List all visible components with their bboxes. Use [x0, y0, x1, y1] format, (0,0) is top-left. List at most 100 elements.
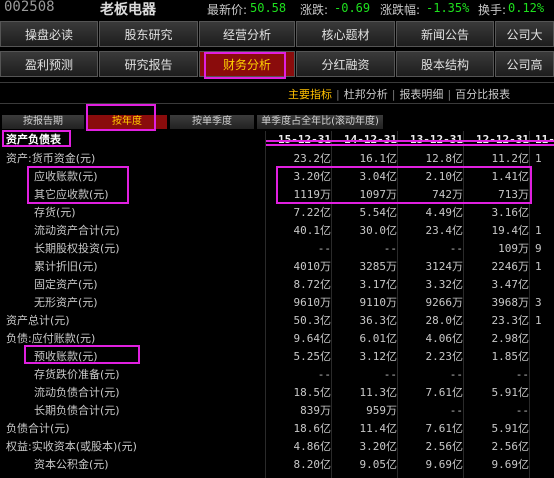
- table-cell: 6.01亿: [359, 332, 398, 345]
- nav-core-themes[interactable]: 核心题材: [296, 21, 395, 47]
- table-cell: 1: [535, 260, 542, 273]
- change-pct-label: 涨跌幅:: [380, 3, 421, 17]
- row-label: 资产:货币资金(元): [6, 152, 96, 165]
- latest-price-value: 50.58: [250, 1, 287, 15]
- nav-dividends-financing[interactable]: 分红融资: [296, 51, 395, 77]
- nav-research-reports[interactable]: 研究报告: [99, 51, 198, 77]
- table-cell: 8.72亿: [293, 278, 332, 291]
- table-cell: 3.20亿: [359, 440, 398, 453]
- table-cell: 5.25亿: [293, 350, 332, 363]
- column-header[interactable]: 11-1: [529, 131, 554, 149]
- nav-earnings-forecast[interactable]: 盈利预测: [0, 51, 98, 77]
- submenu-statement-details[interactable]: 报表明细: [399, 88, 443, 101]
- table-row: 存货跌价准备(元) -- -- -- --: [0, 366, 554, 384]
- table-cell: 11.3亿: [359, 386, 398, 399]
- nav-operation-guide[interactable]: 操盘必读: [0, 21, 98, 47]
- column-header[interactable]: 12-12-31: [463, 131, 529, 149]
- table-cell: --: [317, 368, 331, 381]
- row-label: 存货(元): [34, 206, 76, 219]
- table-cell: 1119万: [293, 188, 332, 201]
- table-cell: 23.4亿: [425, 224, 464, 237]
- nav-company-profile[interactable]: 公司大: [495, 21, 554, 47]
- submenu-percentage-statements[interactable]: 百分比报表: [455, 88, 510, 101]
- table-cell: 1: [535, 152, 542, 165]
- table-cell: 4.06亿: [425, 332, 464, 345]
- table-cell: 9: [535, 242, 542, 255]
- table-cell: 3285万: [359, 260, 398, 273]
- table-row: 固定资产(元) 8.72亿 3.17亿 3.32亿 3.47亿: [0, 276, 554, 294]
- table-cell: 742万: [432, 188, 463, 201]
- nav-share-structure[interactable]: 股本结构: [396, 51, 494, 77]
- table-cell: 3.20亿: [293, 170, 332, 183]
- table-cell: 4010万: [293, 260, 332, 273]
- row-label: 流动负债合计(元): [34, 386, 120, 399]
- nav-grid: 操盘必读 股东研究 经营分析 核心题材 新闻公告 公司大 盈利预测 研究报告 财…: [0, 21, 554, 81]
- table-row: 资产总计(元) 50.3亿 36.3亿 28.0亿 23.3亿 1: [0, 312, 554, 330]
- row-label: 资本公积金(元): [34, 458, 109, 471]
- table-cell: 9266万: [425, 296, 464, 309]
- change-value: -0.69: [334, 1, 371, 15]
- table-cell: --: [383, 242, 397, 255]
- row-label: 负债合计(元): [6, 422, 70, 435]
- table-cell: 3968万: [491, 296, 530, 309]
- tab-by-year[interactable]: 按年度: [87, 115, 167, 129]
- table-cell: --: [515, 368, 529, 381]
- table-cell: 5.54亿: [359, 206, 398, 219]
- row-label: 存货跌价准备(元): [34, 368, 120, 381]
- table-cell: 2.98亿: [491, 332, 530, 345]
- table-cell: 23.3亿: [491, 314, 530, 327]
- nav-financial-analysis[interactable]: 财务分析: [199, 51, 295, 77]
- column-header[interactable]: 13-12-31: [397, 131, 463, 149]
- table-cell: 2246万: [491, 260, 530, 273]
- table-row: 预收账款(元) 5.25亿 3.12亿 2.23亿 1.85亿: [0, 348, 554, 366]
- column-header[interactable]: 14-12-31: [331, 131, 397, 149]
- table-cell: 16.1亿: [359, 152, 398, 165]
- tab-quarter-share-rolling[interactable]: 单季度占全年比(滚动年度): [257, 115, 383, 129]
- table-cell: 3.16亿: [491, 206, 530, 219]
- table-row: 负债合计(元) 18.6亿 11.4亿 7.61亿 5.91亿: [0, 420, 554, 438]
- submenu-dupont-analysis[interactable]: 杜邦分析: [344, 88, 388, 101]
- table-row: 资产:货币资金(元) 23.2亿 16.1亿 12.8亿 11.2亿 1: [0, 150, 554, 168]
- table-cell: 30.0亿: [359, 224, 398, 237]
- row-label: 负债:应付账款(元): [6, 332, 96, 345]
- table-cell: --: [515, 404, 529, 417]
- table-cell: 12.8亿: [425, 152, 464, 165]
- table-row: 存货(元) 7.22亿 5.54亿 4.49亿 3.16亿: [0, 204, 554, 222]
- table-cell: --: [317, 242, 331, 255]
- table-cell: --: [449, 242, 463, 255]
- table-cell: 4.49亿: [425, 206, 464, 219]
- table-cell: 9610万: [293, 296, 332, 309]
- submenu-key-indicators[interactable]: 主要指标: [288, 88, 332, 101]
- table-cell: --: [383, 368, 397, 381]
- row-label: 累计折旧(元): [34, 260, 98, 273]
- table-cell: 9.64亿: [293, 332, 332, 345]
- table-cell: 7.61亿: [425, 386, 464, 399]
- tab-by-quarter[interactable]: 按单季度: [170, 115, 254, 129]
- column-header[interactable]: 15-12-31: [265, 131, 331, 149]
- row-label: 长期股权投资(元): [34, 242, 120, 255]
- nav-shareholder-research[interactable]: 股东研究: [99, 21, 198, 47]
- tab-by-report-period[interactable]: 按报告期: [2, 115, 84, 129]
- row-label: 流动资产合计(元): [34, 224, 120, 237]
- table-cell: 8.20亿: [293, 458, 332, 471]
- table-cell: 2.56亿: [491, 440, 530, 453]
- table-row: 负债:应付账款(元) 9.64亿 6.01亿 4.06亿 2.98亿: [0, 330, 554, 348]
- row-label: 无形资产(元): [34, 296, 98, 309]
- row-label: 资产总计(元): [6, 314, 70, 327]
- divider: [0, 103, 554, 104]
- table-cell: 713万: [498, 188, 529, 201]
- row-label: 其它应收款(元): [34, 188, 109, 201]
- table-cell: 3124万: [425, 260, 464, 273]
- table-cell: 3.17亿: [359, 278, 398, 291]
- table-cell: 9.05亿: [359, 458, 398, 471]
- nav-news-announcements[interactable]: 新闻公告: [396, 21, 494, 47]
- nav-business-analysis[interactable]: 经营分析: [199, 21, 295, 47]
- nav-executives[interactable]: 公司高: [495, 51, 554, 77]
- table-cell: 40.1亿: [293, 224, 332, 237]
- turnover-value: 0.12%: [508, 1, 545, 15]
- table-cell: 3.47亿: [491, 278, 530, 291]
- table-cell: 3: [535, 296, 542, 309]
- turnover-label: 换手:: [478, 3, 507, 17]
- table-cell: 11.4亿: [359, 422, 398, 435]
- table-row: 累计折旧(元) 4010万 3285万 3124万 2246万 1: [0, 258, 554, 276]
